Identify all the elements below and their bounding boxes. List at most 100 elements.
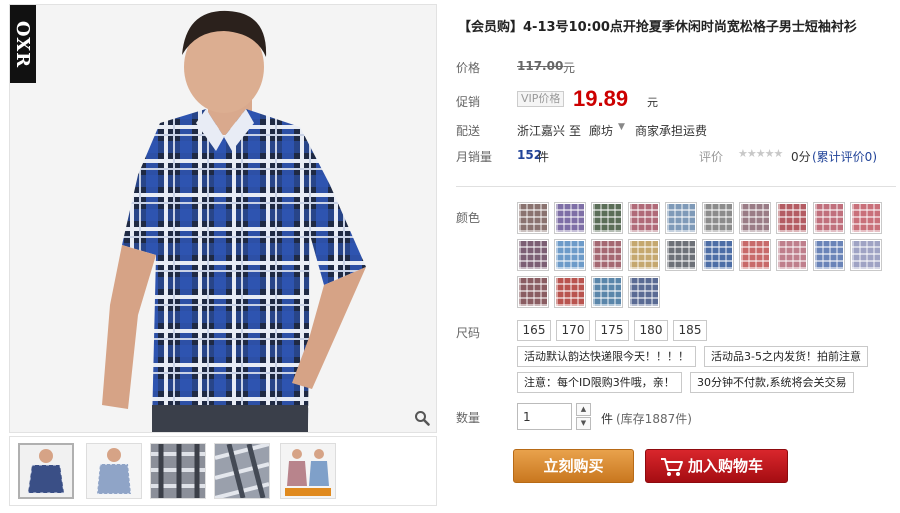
thumbnail-3[interactable]: [150, 443, 206, 499]
shipping-destination-select[interactable]: 廊坊: [589, 122, 613, 139]
color-swatch-image: [630, 278, 658, 306]
quantity-label: 数量: [456, 411, 481, 425]
promo-note-1[interactable]: 活动默认韵达快递限今天！！！！: [517, 346, 696, 367]
color-swatch-image: [704, 241, 732, 269]
color-swatch[interactable]: [628, 239, 660, 271]
color-swatch[interactable]: [517, 202, 549, 234]
color-swatch-image: [815, 241, 843, 269]
color-swatch[interactable]: [702, 239, 734, 271]
add-to-cart-button[interactable]: 加入购物车: [645, 449, 788, 483]
size-option-180[interactable]: 180: [634, 320, 668, 341]
color-swatch[interactable]: [517, 276, 549, 308]
quantity-unit: 件: [601, 412, 614, 426]
main-product-image[interactable]: OXR: [9, 4, 437, 433]
promo-note-2[interactable]: 活动品3-5之内发货！拍前注意: [704, 346, 868, 367]
color-swatch[interactable]: [776, 202, 808, 234]
color-swatch-image: [815, 204, 843, 232]
color-swatch[interactable]: [702, 202, 734, 234]
color-swatch-image: [778, 204, 806, 232]
promo-note-4[interactable]: 30分钟不付款,系统将会关交易: [690, 372, 854, 393]
color-label: 颜色: [456, 211, 481, 225]
buy-now-label: 立刻购买: [543, 457, 604, 475]
chevron-down-icon[interactable]: ▼: [618, 122, 625, 132]
color-swatch-image: [741, 204, 769, 232]
divider: [456, 186, 896, 187]
product-title: 【会员购】4-13号10:00点开抢夏季休闲时尚宽松格子男士短袖衬衫: [458, 20, 857, 35]
color-swatch-image: [593, 241, 621, 269]
thumbnail-2[interactable]: [86, 443, 142, 499]
color-swatch[interactable]: [628, 276, 660, 308]
quantity-input[interactable]: [517, 403, 572, 430]
color-swatch[interactable]: [776, 239, 808, 271]
color-swatch[interactable]: [591, 202, 623, 234]
shipping-note: 商家承担运费: [635, 124, 708, 138]
color-swatch-image: [556, 204, 584, 232]
shipping-to-word: 至: [569, 124, 582, 138]
monthly-sales-unit: 件: [537, 150, 550, 164]
add-to-cart-label: 加入购物车: [688, 457, 764, 475]
original-price-unit: 元: [563, 61, 576, 75]
product-photo: [10, 5, 436, 432]
monthly-sales-label: 月销量: [456, 150, 493, 164]
color-swatch-image: [519, 241, 547, 269]
cart-icon: [660, 456, 684, 488]
color-swatch[interactable]: [739, 239, 771, 271]
quantity-increase-icon[interactable]: ▲: [576, 403, 591, 416]
color-swatch-image: [593, 278, 621, 306]
original-price: 117.00: [517, 59, 564, 73]
thumbnail-strip: [9, 436, 437, 506]
rating-score: 0分: [791, 150, 811, 164]
size-label: 尺码: [456, 326, 481, 340]
price-label: 价格: [456, 61, 481, 75]
color-swatch-image: [852, 241, 880, 269]
promo-label: 促销: [456, 95, 481, 109]
color-swatch[interactable]: [591, 239, 623, 271]
zoom-icon[interactable]: [412, 408, 432, 428]
color-swatch-image: [667, 241, 695, 269]
quantity-decrease-icon[interactable]: ▼: [576, 417, 591, 430]
color-swatch[interactable]: [813, 202, 845, 234]
color-swatch-image: [519, 278, 547, 306]
vip-price-tag: VIP价格: [517, 91, 565, 107]
size-option-175[interactable]: 175: [595, 320, 629, 341]
brand-logo: OXR: [10, 5, 36, 83]
color-swatch-image: [741, 241, 769, 269]
color-swatch[interactable]: [739, 202, 771, 234]
color-swatch[interactable]: [554, 202, 586, 234]
color-swatch-image: [778, 241, 806, 269]
color-swatch[interactable]: [628, 202, 660, 234]
rating-label: 评价: [699, 150, 724, 164]
shipping-label: 配送: [456, 124, 481, 138]
color-swatch[interactable]: [850, 239, 882, 271]
color-swatch[interactable]: [554, 239, 586, 271]
color-swatch[interactable]: [665, 202, 697, 234]
promo-price-unit: 元: [647, 96, 658, 109]
size-option-185[interactable]: 185: [673, 320, 707, 341]
thumbnail-4[interactable]: [214, 443, 270, 499]
review-count-link[interactable]: (累计评价0): [812, 148, 877, 165]
color-swatch-image: [519, 204, 547, 232]
color-swatch[interactable]: [850, 202, 882, 234]
size-option-165[interactable]: 165: [517, 320, 551, 341]
promo-note-3[interactable]: 注意：每个ID限购3件哦，亲！: [517, 372, 682, 393]
color-swatch[interactable]: [813, 239, 845, 271]
color-swatch[interactable]: [517, 239, 549, 271]
color-swatch-image: [593, 204, 621, 232]
color-swatch-image: [630, 241, 658, 269]
color-swatch[interactable]: [591, 276, 623, 308]
thumbnail-5[interactable]: [280, 443, 336, 499]
thumbnail-1[interactable]: [18, 443, 74, 499]
color-swatch-image: [704, 204, 732, 232]
stock-count: (库存1887件): [616, 412, 692, 426]
color-swatch-image: [852, 204, 880, 232]
rating-stars: ★★★★★: [738, 147, 783, 160]
size-option-170[interactable]: 170: [556, 320, 590, 341]
color-swatch-image: [667, 204, 695, 232]
promo-price: 19.89: [573, 86, 629, 111]
color-swatch[interactable]: [665, 239, 697, 271]
buy-now-button[interactable]: 立刻购买: [513, 449, 634, 483]
color-swatch-image: [556, 278, 584, 306]
shipping-origin: 浙江嘉兴: [517, 124, 566, 138]
color-swatch-image: [556, 241, 584, 269]
color-swatch[interactable]: [554, 276, 586, 308]
